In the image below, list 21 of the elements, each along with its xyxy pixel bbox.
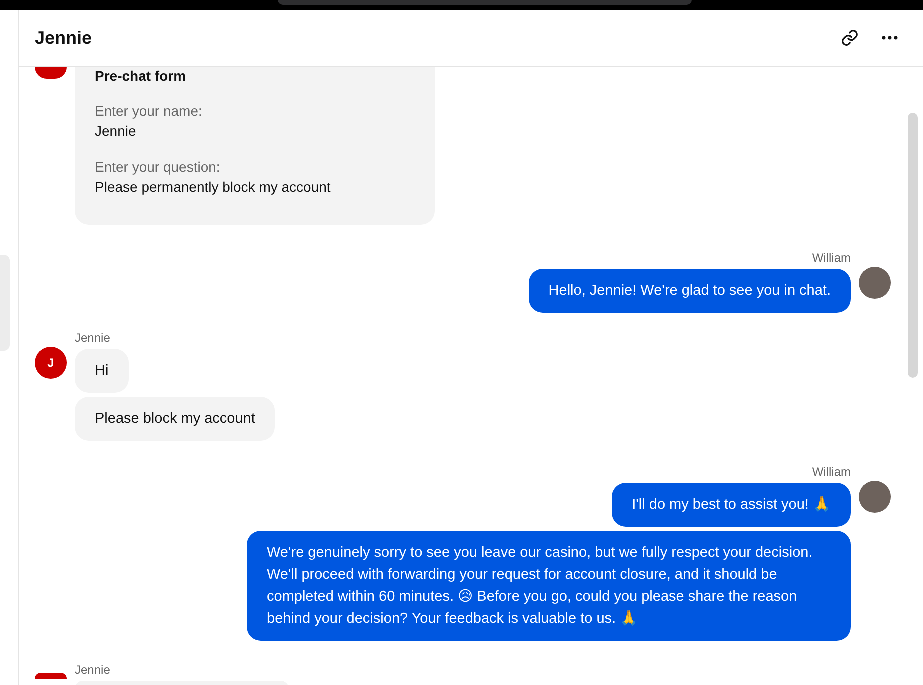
avatar <box>35 673 67 679</box>
message-bubble: We're genuinely sorry to see you leave our casino, but we fully respect your decision. We'll proceed with forwarding your request for account closure, and it should be completed within 60 minutes. 😥 Before you go, could you please share the reason behind your decision? Your feedback is valuable to us. 🙏 <box>247 531 851 641</box>
author-name: Jennie <box>75 663 110 677</box>
form-field-value: Please permanently block my account <box>95 178 332 197</box>
avatar <box>35 67 67 79</box>
message-bubble: Please block my account <box>75 397 276 441</box>
author-name: Jennie <box>75 331 110 345</box>
chat-title: Jennie <box>35 28 94 48</box>
avatar-photo-placeholder <box>859 481 891 513</box>
form-field-label: Enter your name: <box>95 102 204 121</box>
form-title: Pre-chat form <box>95 67 188 85</box>
form-field-value: Jennie <box>95 122 138 141</box>
message-bubble: I'll do my best to assist you! 🙏 <box>612 483 851 527</box>
author-name: William <box>812 251 851 265</box>
message-bubble: Hello, Jennie! We're glad to see you in chat. <box>528 269 851 313</box>
avatar-photo-placeholder <box>859 267 891 299</box>
avatar: J <box>35 347 67 379</box>
scrollbar-thumb[interactable] <box>908 113 918 378</box>
form-field-label: Enter your question: <box>95 158 222 177</box>
message-bubble: Hi <box>75 349 129 393</box>
author-name: William <box>812 465 851 479</box>
